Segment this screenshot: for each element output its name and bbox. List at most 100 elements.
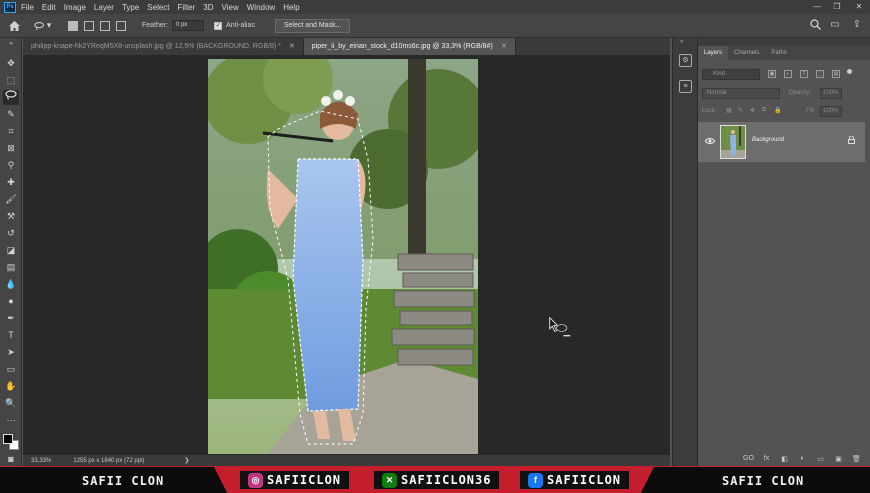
eye-visibility-icon[interactable]: [704, 137, 716, 146]
move-tool-icon[interactable]: ✥: [3, 56, 19, 71]
banner-brand-left: SAFII CLON: [82, 474, 165, 488]
lock-all-icon[interactable]: 🔒: [774, 107, 781, 114]
new-layer-icon[interactable]: ▣: [832, 455, 845, 463]
tab-philipp-knape[interactable]: philipp-knape-hk2YReqM5X8-unsplash.jpg @…: [23, 38, 304, 55]
crop-tool-icon[interactable]: ⌗: [3, 124, 19, 139]
document-tabs: philipp-knape-hk2YReqM5X8-unsplash.jpg @…: [23, 38, 670, 55]
lock-pixels-icon[interactable]: ▦: [726, 107, 732, 114]
delete-layer-icon[interactable]: 🗑: [850, 455, 863, 463]
layer-name[interactable]: Background: [752, 137, 784, 143]
minimize-button[interactable]: —: [810, 1, 824, 12]
fill-input[interactable]: 100%: [820, 106, 842, 117]
kind-filter-select[interactable]: Kind: [702, 69, 760, 80]
menu-file[interactable]: File: [21, 3, 34, 12]
healing-brush-tool-icon[interactable]: ✚: [3, 175, 19, 190]
layer-style-fx-icon[interactable]: fx: [760, 455, 773, 463]
adjustment-layer-icon[interactable]: ◐: [796, 455, 809, 463]
lasso-tool-preset-icon[interactable]: [34, 20, 46, 32]
menu-select[interactable]: Select: [147, 3, 169, 12]
tab-channels[interactable]: Channels: [728, 46, 765, 60]
properties-panel-icon[interactable]: ⚙: [679, 54, 692, 67]
antialias-checkbox[interactable]: ✓: [214, 21, 223, 30]
new-group-icon[interactable]: ▭: [814, 455, 827, 463]
home-icon[interactable]: [8, 20, 20, 32]
menu-edit[interactable]: Edit: [42, 3, 56, 12]
select-and-mask-button[interactable]: Select and Mask...: [274, 18, 351, 33]
link-layers-icon[interactable]: GO: [742, 455, 755, 463]
document-image[interactable]: [208, 59, 478, 454]
close-tab-icon[interactable]: ✕: [501, 43, 507, 50]
lock-icon[interactable]: [848, 135, 855, 146]
tab-label: piper_ii_by_eirian_stock_d10ms6c.jpg @ 3…: [311, 43, 493, 50]
menu-image[interactable]: Image: [64, 3, 86, 12]
more-tools-icon[interactable]: ⋯: [3, 413, 19, 428]
path-selection-tool-icon[interactable]: ➤: [3, 345, 19, 360]
clone-stamp-tool-icon[interactable]: ⚒: [3, 209, 19, 224]
new-selection-icon[interactable]: [68, 20, 78, 31]
eyedropper-tool-icon[interactable]: ⚲: [3, 158, 19, 173]
pixel-filter-icon[interactable]: ▣: [768, 70, 776, 78]
share-icon[interactable]: ⇪: [850, 19, 864, 33]
menu-filter[interactable]: Filter: [178, 3, 196, 12]
feather-input[interactable]: 0 px: [172, 20, 205, 31]
zoom-level[interactable]: 33,33%: [31, 458, 51, 464]
subtract-from-selection-icon[interactable]: [100, 20, 110, 31]
menu-window[interactable]: Window: [247, 3, 275, 12]
tab-piper-ii[interactable]: piper_ii_by_eirian_stock_d10ms6c.jpg @ 3…: [303, 38, 516, 55]
pen-tool-icon[interactable]: ✒: [3, 311, 19, 326]
eraser-tool-icon[interactable]: ◪: [3, 243, 19, 258]
frame-tool-icon[interactable]: ⊠: [3, 141, 19, 156]
menu-layer[interactable]: Layer: [94, 3, 114, 12]
smart-object-filter-icon[interactable]: ▤: [832, 70, 840, 78]
document-info: 1255 px x 1840 px (72 ppi): [73, 457, 145, 464]
tab-layers[interactable]: Layers: [698, 46, 729, 60]
collapse-arrows-icon[interactable]: »: [3, 40, 19, 48]
filter-toggle-icon[interactable]: [847, 69, 852, 74]
close-tab-icon[interactable]: ✕: [289, 43, 295, 50]
quick-mask-icon[interactable]: ◙: [3, 452, 19, 467]
hand-tool-icon[interactable]: ✋: [3, 379, 19, 394]
blend-mode-select[interactable]: Normal: [702, 88, 780, 99]
tab-paths[interactable]: Paths: [765, 46, 792, 60]
layer-thumbnail: [720, 125, 746, 159]
search-icon[interactable]: [808, 19, 822, 33]
lock-artboard-icon[interactable]: ⧉: [762, 107, 766, 114]
close-window-button[interactable]: ✕: [852, 1, 866, 12]
adjustment-filter-icon[interactable]: ◐: [784, 70, 792, 78]
menu-3d[interactable]: 3D: [203, 3, 213, 12]
social-facebook: f SAFIICLON: [520, 471, 630, 489]
marquee-tool-icon[interactable]: ⬚: [3, 73, 19, 88]
menu-type[interactable]: Type: [122, 3, 139, 12]
rectangle-tool-icon[interactable]: ▭: [3, 362, 19, 377]
menu-view[interactable]: View: [222, 3, 239, 12]
lock-image-icon[interactable]: ✎: [738, 107, 743, 114]
intersect-selection-icon[interactable]: [116, 20, 126, 31]
canvas-area[interactable]: [23, 55, 670, 455]
feather-label: Feather:: [142, 22, 169, 29]
type-filter-icon[interactable]: T: [800, 70, 808, 78]
history-brush-tool-icon[interactable]: ↺: [3, 226, 19, 241]
menu-help[interactable]: Help: [283, 3, 299, 12]
opacity-input[interactable]: 100%: [820, 88, 842, 99]
status-bar: 33,33% 1255 px x 1840 px (72 ppi) ❯: [23, 455, 670, 466]
collapse-panels-icon[interactable]: «: [680, 39, 683, 45]
quick-selection-tool-icon[interactable]: ✎: [3, 107, 19, 122]
add-mask-icon[interactable]: ◧: [778, 455, 791, 463]
zoom-tool-icon[interactable]: 🔍: [3, 396, 19, 411]
restore-button[interactable]: ❐: [830, 1, 844, 12]
brush-tool-icon[interactable]: 🖌: [3, 192, 19, 207]
status-menu-arrow-icon[interactable]: ❯: [184, 457, 189, 464]
add-to-selection-icon[interactable]: [84, 20, 94, 31]
layer-row-background[interactable]: Background: [698, 122, 865, 162]
type-tool-icon[interactable]: T: [3, 328, 19, 343]
shape-filter-icon[interactable]: ⬚: [816, 70, 824, 78]
social-xbox: ✕ SAFIICLON36: [374, 471, 500, 489]
blur-tool-icon[interactable]: 💧: [3, 277, 19, 292]
gradient-tool-icon[interactable]: ▤: [3, 260, 19, 275]
chevron-down-icon[interactable]: ▾: [46, 20, 52, 32]
lock-position-icon[interactable]: ✥: [750, 107, 755, 114]
lasso-tool-icon[interactable]: [3, 90, 19, 105]
dodge-tool-icon[interactable]: ●: [3, 294, 19, 309]
adjustments-panel-icon[interactable]: ≡: [679, 80, 692, 93]
workspace-icon[interactable]: ▭: [828, 19, 842, 33]
